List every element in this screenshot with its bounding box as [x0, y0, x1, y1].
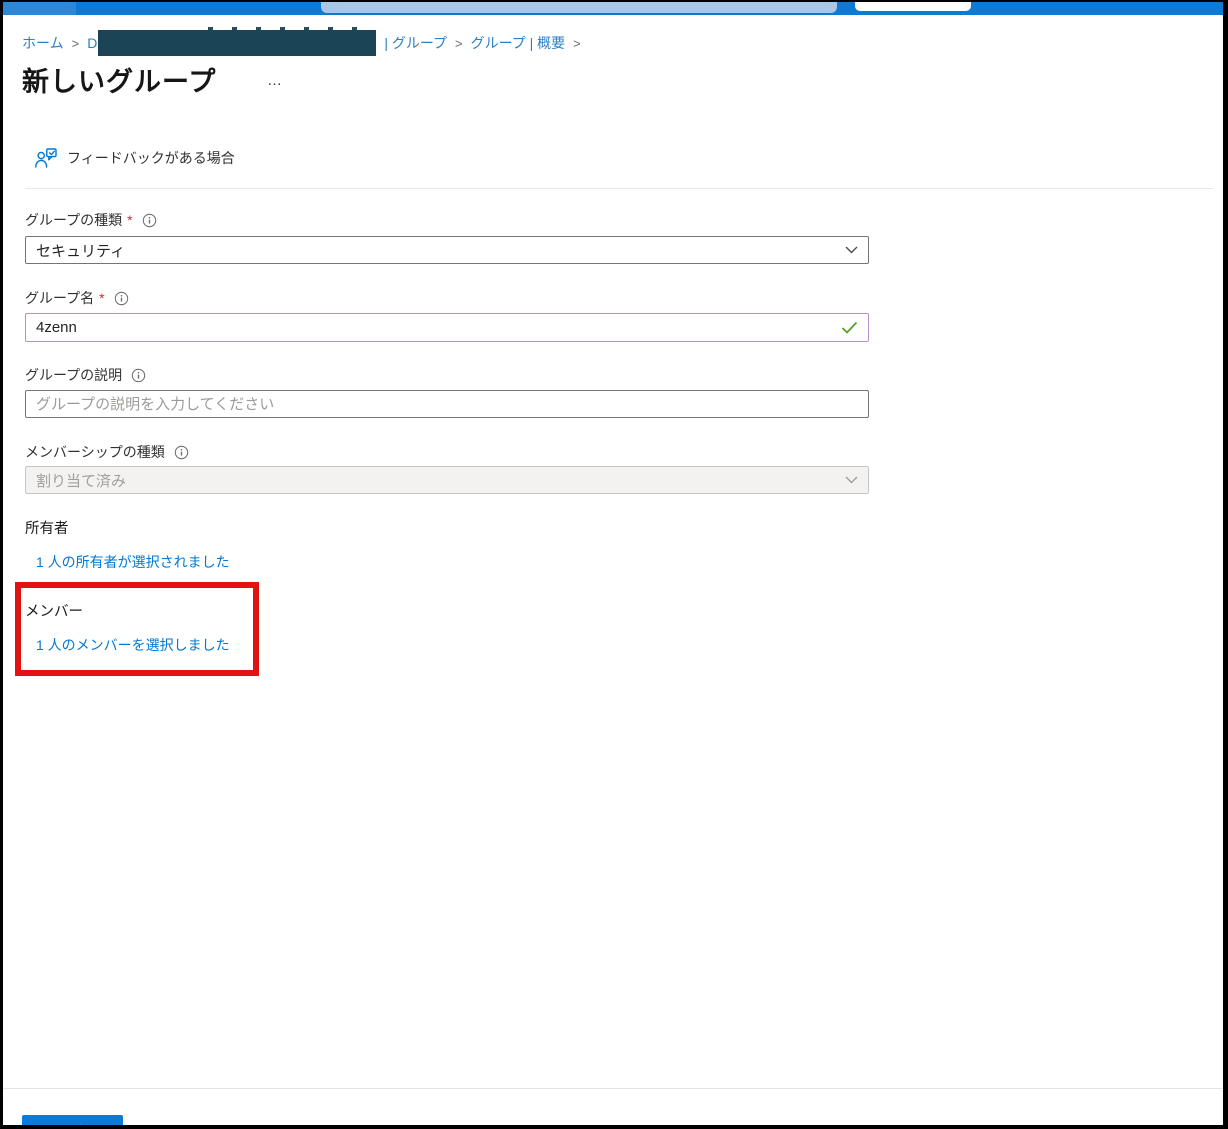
membership-type-value: 割り当て済み — [36, 472, 127, 490]
more-menu-button[interactable]: … — [267, 72, 285, 89]
info-icon[interactable] — [114, 291, 129, 306]
annotation-highlight-box — [15, 582, 259, 676]
owners-selection-link[interactable]: 1 人の所有者が選択されました — [36, 552, 230, 572]
breadcrumb-overview-link[interactable]: グループ | 概要 — [471, 33, 566, 53]
group-name-field — [25, 313, 869, 342]
portal-header — [3, 2, 1223, 15]
owners-label: 所有者 — [25, 521, 69, 537]
group-name-label-row: グループ名 * — [25, 288, 129, 308]
group-description-label: グループの説明 — [25, 367, 123, 383]
chevron-down-icon — [845, 246, 858, 254]
feedback-label: フィードバックがある場合 — [67, 150, 235, 166]
group-type-label-row: グループの種類 * — [25, 210, 157, 230]
header-control-pill[interactable] — [855, 2, 971, 11]
membership-type-label-row: メンバーシップの種類 — [25, 442, 189, 462]
create-button[interactable]: 作成 — [22, 1115, 123, 1125]
screenshot-frame: ホーム > D | グループ > グループ | 概要 > 新しいグループ … フ… — [0, 0, 1228, 1129]
header-search-input[interactable] — [321, 2, 837, 13]
membership-type-dropdown: 割り当て済み — [25, 466, 869, 494]
members-selection-link[interactable]: 1 人のメンバーを選択しました — [36, 635, 230, 655]
info-icon[interactable] — [142, 213, 157, 228]
breadcrumb-home-link[interactable]: ホーム — [22, 33, 64, 53]
footer-divider — [3, 1088, 1223, 1089]
required-marker: * — [99, 290, 105, 306]
breadcrumb-separator: > — [71, 35, 80, 51]
feedback-icon — [35, 148, 57, 168]
feedback-link[interactable]: フィードバックがある場合 — [34, 148, 235, 168]
members-label: メンバー — [25, 604, 83, 620]
redacted-tenant-name — [98, 27, 377, 56]
chevron-down-icon — [845, 476, 858, 484]
group-type-label: グループの種類 — [25, 212, 123, 228]
group-description-label-row: グループの説明 — [25, 365, 146, 385]
breadcrumb-tenant-link[interactable]: D — [87, 35, 97, 51]
breadcrumb-groups-link[interactable]: | グループ — [384, 33, 447, 53]
group-name-label: グループ名 — [25, 290, 95, 306]
breadcrumb-separator: > — [455, 35, 463, 51]
required-marker: * — [127, 212, 133, 228]
portal-menu-area[interactable] — [3, 2, 76, 15]
section-divider — [25, 188, 1213, 189]
page-title: 新しいグループ — [22, 67, 217, 97]
info-icon[interactable] — [174, 445, 189, 460]
breadcrumb-tenant: D — [87, 27, 377, 56]
info-icon[interactable] — [131, 368, 146, 383]
checkmark-icon — [841, 321, 858, 334]
group-name-input[interactable] — [26, 314, 841, 341]
portal-page: ホーム > D | グループ > グループ | 概要 > 新しいグループ … フ… — [3, 2, 1223, 1125]
group-type-dropdown[interactable]: セキュリティ — [25, 236, 869, 264]
membership-type-label: メンバーシップの種類 — [25, 444, 165, 460]
group-description-input[interactable] — [26, 391, 858, 417]
breadcrumb-separator: > — [573, 35, 581, 51]
group-type-value: セキュリティ — [36, 242, 126, 260]
group-description-field — [25, 390, 869, 418]
breadcrumb: ホーム > D | グループ > グループ | 概要 > — [22, 27, 581, 56]
